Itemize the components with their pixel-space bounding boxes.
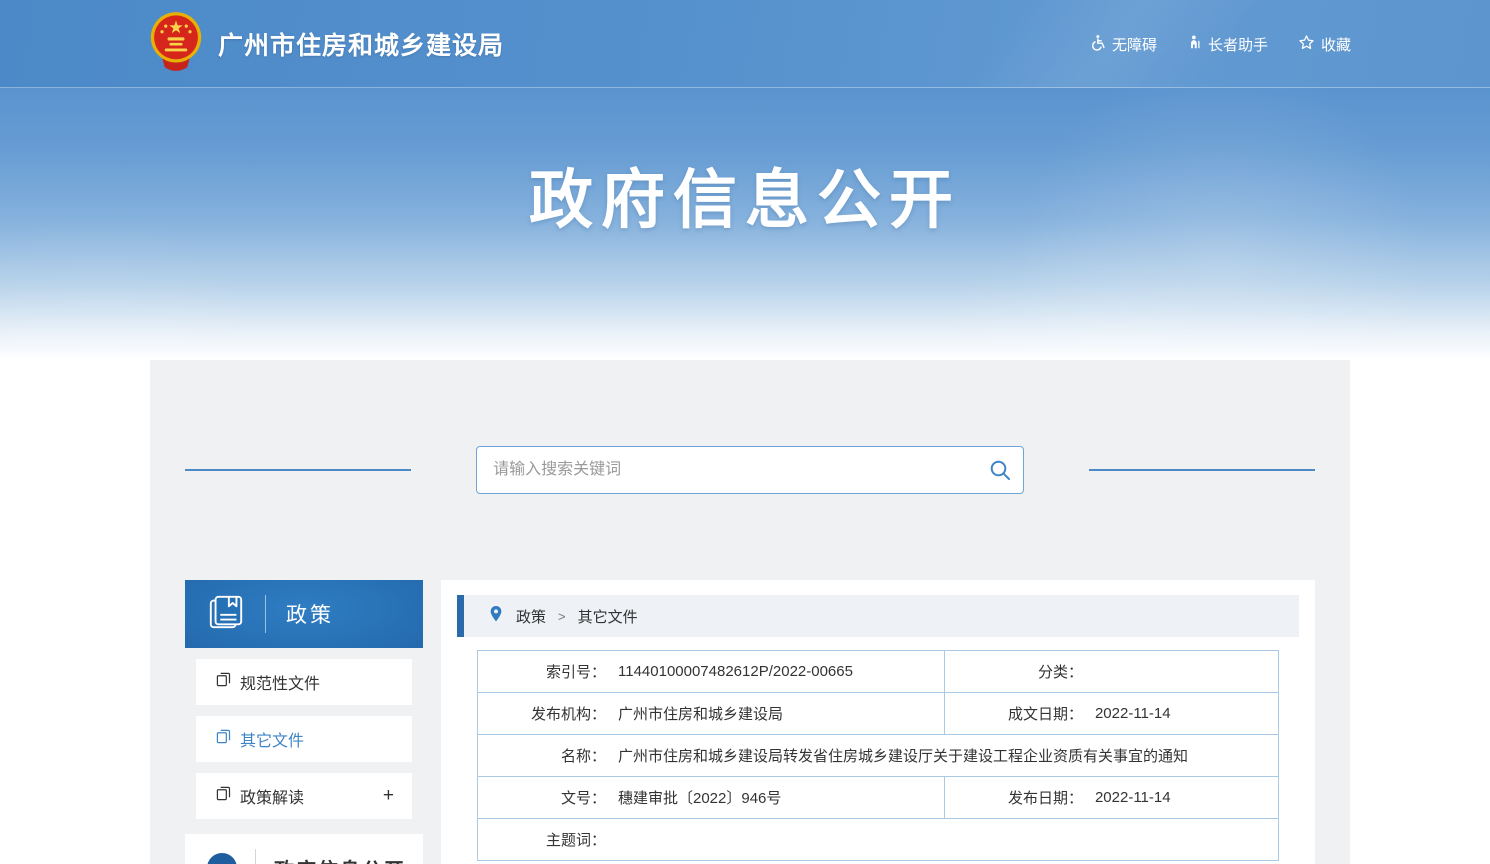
index-number-cell: 索引号： 11440100007482612P/2022-00665 xyxy=(478,651,945,693)
expand-plus-icon[interactable]: + xyxy=(383,785,394,807)
field-value: 2022-11-14 xyxy=(1095,789,1270,806)
breadcrumb-separator: > xyxy=(558,609,566,624)
table-row: 索引号： 11440100007482612P/2022-00665 分类： xyxy=(478,651,1279,693)
field-label: 成文日期： xyxy=(953,703,1083,724)
sidebar-section-gov-info[interactable]: 政府信息公开 xyxy=(185,834,423,864)
field-value: 2022-11-14 xyxy=(1095,705,1270,722)
field-label: 名称： xyxy=(486,745,606,766)
banner-flower-decor xyxy=(0,208,280,360)
sidebar-item-label: 规范性文件 xyxy=(240,670,320,694)
sidebar-section-title: 政策 xyxy=(286,599,334,629)
subject-words-cell: 主题词： xyxy=(478,819,1279,861)
site-brand[interactable]: 广州市住房和城乡建设局 xyxy=(148,11,504,78)
sidebar-section-title: 政府信息公开 xyxy=(274,854,406,864)
content-panel: 政策 > 其它文件 索引号： 11440100007482612P/2022-0… xyxy=(441,580,1315,864)
header-divider xyxy=(265,595,266,633)
field-label: 索引号： xyxy=(486,661,606,682)
publish-date-cell: 发布日期： 2022-11-14 xyxy=(944,777,1278,819)
written-date-cell: 成文日期： 2022-11-14 xyxy=(944,693,1278,735)
gov-info-icon xyxy=(207,853,237,864)
sidebar-item-policy-interpretation[interactable]: 政策解读 + xyxy=(196,773,412,819)
sidebar-item-other-documents[interactable]: 其它文件 xyxy=(196,716,412,762)
document-icon xyxy=(216,729,231,749)
search-input[interactable] xyxy=(476,446,1024,494)
search-section xyxy=(185,360,1315,494)
table-row: 主题词： xyxy=(478,819,1279,861)
field-value: 广州市住房和城乡建设局 xyxy=(618,703,936,724)
search-button[interactable] xyxy=(988,458,1012,482)
field-value: 广州市住房和城乡建设局转发省住房城乡建设厅关于建设工程企业资质有关事宜的通知 xyxy=(618,745,1270,766)
field-value: 11440100007482612P/2022-00665 xyxy=(618,663,936,680)
field-label: 文号： xyxy=(486,787,606,808)
table-row: 发布机构： 广州市住房和城乡建设局 成文日期： 2022-11-14 xyxy=(478,693,1279,735)
field-label: 分类： xyxy=(953,661,1083,682)
field-label: 发布日期： xyxy=(953,787,1083,808)
main-content-container: 政策 规范性文件 xyxy=(150,360,1350,864)
top-header-bar: 广州市住房和城乡建设局 无障碍 长者助手 xyxy=(0,0,1490,88)
field-value: 穗建审批〔2022〕946号 xyxy=(618,787,936,808)
breadcrumb: 政策 > 其它文件 xyxy=(457,595,1299,637)
issuing-agency-cell: 发布机构： 广州市住房和城乡建设局 xyxy=(478,693,945,735)
sidebar-section-policy[interactable]: 政策 xyxy=(185,580,423,648)
book-icon xyxy=(207,593,245,636)
location-pin-icon xyxy=(488,605,504,627)
page-title: 政府信息公开 xyxy=(529,164,961,236)
table-row: 名称： 广州市住房和城乡建设局转发省住房城乡建设厅关于建设工程企业资质有关事宜的… xyxy=(478,735,1279,777)
field-label: 发布机构： xyxy=(486,703,606,724)
page-banner: 政府信息公开 xyxy=(0,88,1490,360)
sidebar-item-label: 其它文件 xyxy=(240,727,304,751)
header-divider xyxy=(255,849,256,864)
sidebar-item-normative-documents[interactable]: 规范性文件 xyxy=(196,659,412,705)
left-decor-line xyxy=(185,469,411,471)
search-icon xyxy=(988,470,1012,485)
table-row: 文号： 穗建审批〔2022〕946号 发布日期： 2022-11-14 xyxy=(478,777,1279,819)
document-meta-table: 索引号： 11440100007482612P/2022-00665 分类： xyxy=(477,650,1279,861)
document-name-cell: 名称： 广州市住房和城乡建设局转发省住房城乡建设厅关于建设工程企业资质有关事宜的… xyxy=(478,735,1279,777)
national-emblem-icon xyxy=(148,11,204,78)
sidebar: 政策 规范性文件 xyxy=(185,580,423,864)
favorite-label: 收藏 xyxy=(1321,34,1351,55)
field-label: 主题词： xyxy=(486,829,606,850)
site-title: 广州市住房和城乡建设局 xyxy=(218,26,504,62)
document-number-cell: 文号： 穗建审批〔2022〕946号 xyxy=(478,777,945,819)
sidebar-menu: 规范性文件 其它文件 xyxy=(185,648,423,819)
banner-flower-decor xyxy=(1010,88,1430,360)
banner-flower-decor xyxy=(930,218,1230,360)
breadcrumb-item-other-documents[interactable]: 其它文件 xyxy=(578,606,638,627)
category-cell: 分类： xyxy=(944,651,1278,693)
search-box xyxy=(476,446,1024,494)
document-icon xyxy=(216,672,231,692)
breadcrumb-item-policy[interactable]: 政策 xyxy=(516,606,546,627)
sidebar-item-label: 政策解读 xyxy=(240,784,304,808)
right-decor-line xyxy=(1089,469,1315,471)
document-icon xyxy=(216,786,231,806)
